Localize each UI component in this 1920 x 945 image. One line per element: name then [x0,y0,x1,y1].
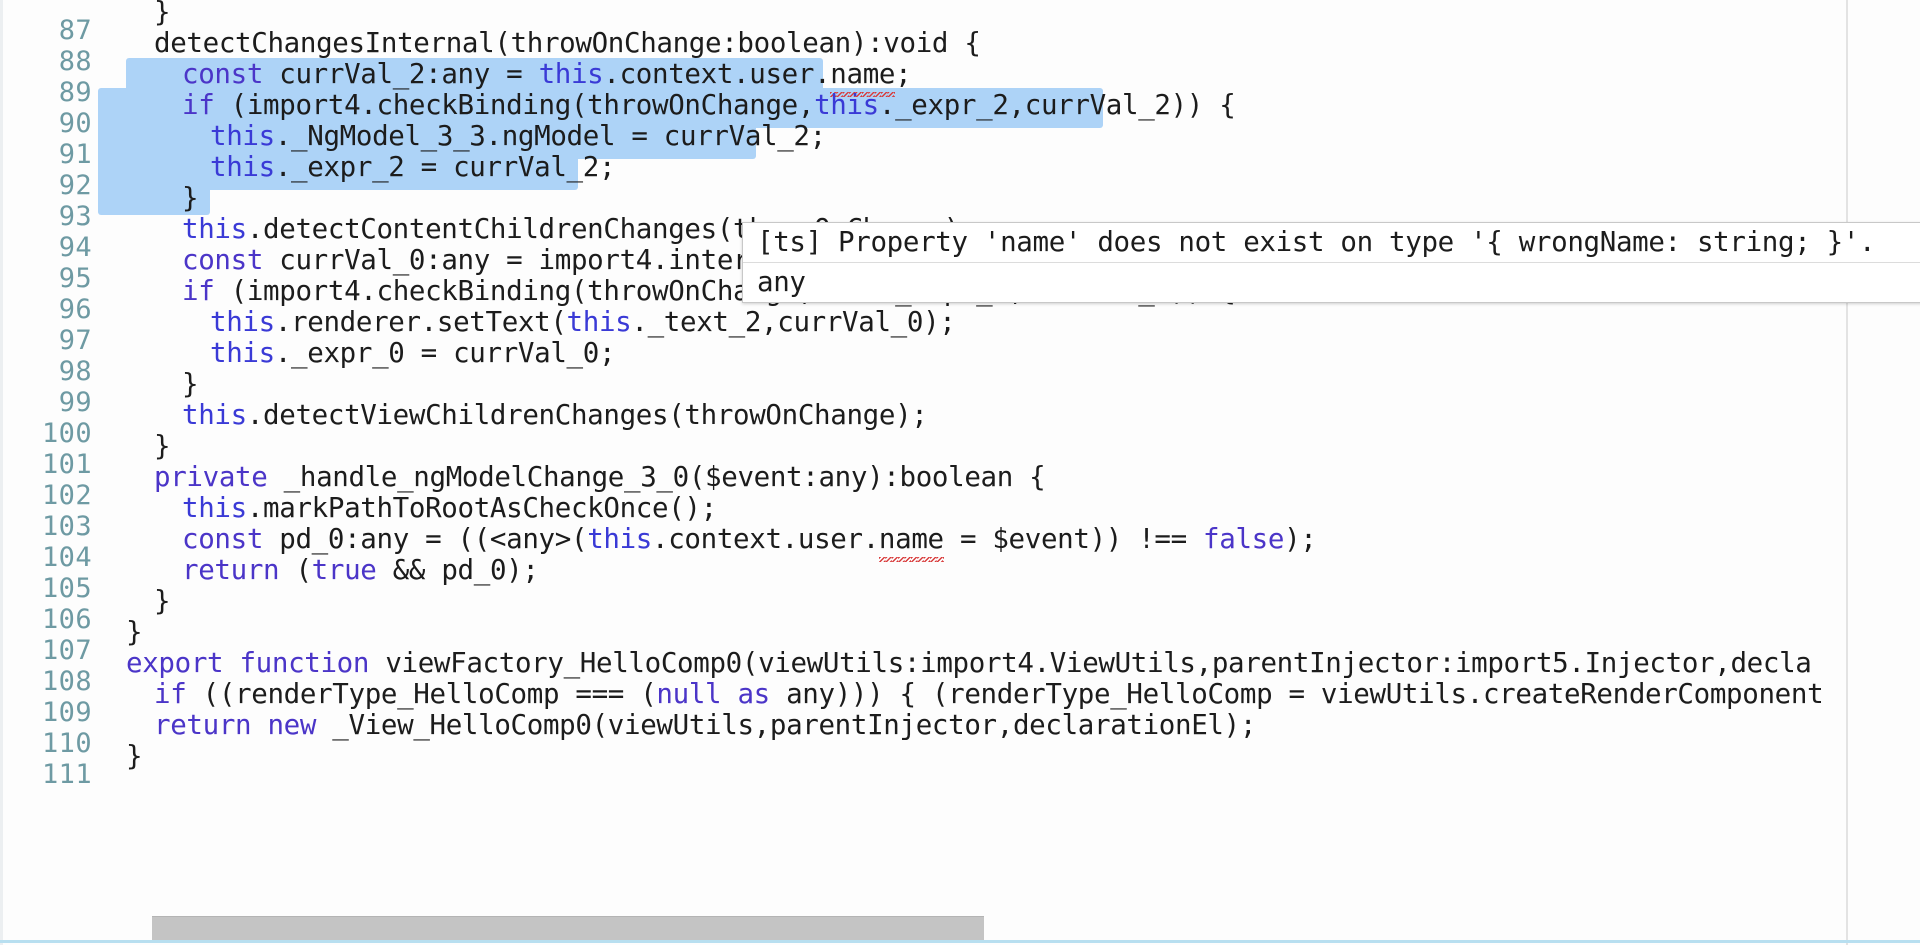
editor-bottom-border [0,940,1920,943]
code-line[interactable]: 93 } [0,179,1920,232]
tooltip-message: [ts] Property 'name' does not exist on t… [757,226,1876,258]
code-editor-viewport[interactable]: 87 } 88 detectChangesInternal(throwOnCha… [0,0,1920,945]
tooltip-type: any [757,266,806,298]
line-text: } [182,182,199,214]
line-number: 93 [58,201,92,232]
code-line[interactable]: 111 } [0,737,1920,790]
line-number: 111 [42,759,92,790]
hover-diagnostic-tooltip: [ts] Property 'name' does not exist on t… [742,222,1920,303]
horizontal-scrollbar-thumb[interactable] [152,916,984,941]
code-lines[interactable]: 87 } 88 detectChangesInternal(throwOnCha… [0,0,1920,945]
line-text: } [126,740,143,772]
